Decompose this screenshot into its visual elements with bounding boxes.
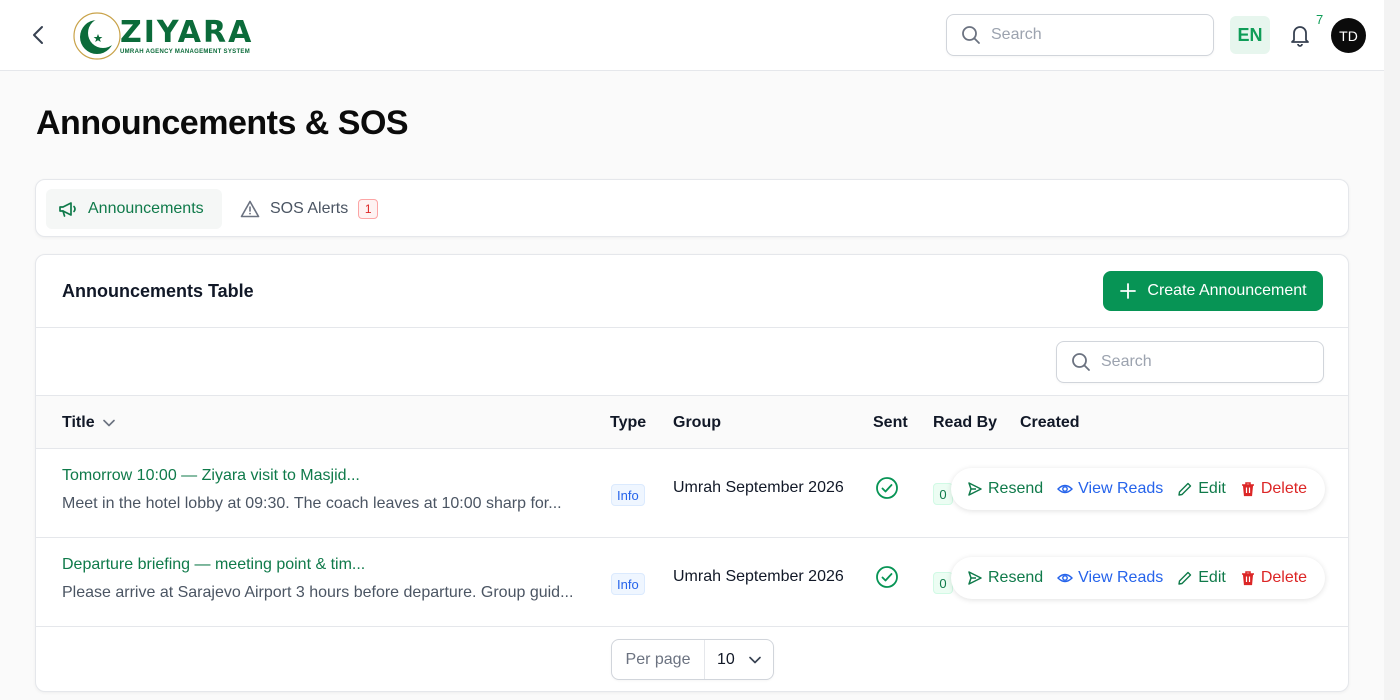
tab-announcements-label: Announcements [88,200,204,217]
eye-icon [1057,573,1074,583]
global-search[interactable] [946,14,1214,56]
notification-count: 7 [1316,12,1324,27]
type-badge: Info [611,484,645,506]
edit-button[interactable]: Edit [1177,480,1226,498]
table-search[interactable] [1056,341,1324,383]
column-title-label: Title [62,414,95,431]
search-icon [1072,353,1090,371]
view-reads-button[interactable]: View Reads [1057,480,1163,498]
eye-icon [1057,484,1074,494]
trash-icon [1241,482,1254,497]
column-header-created: Created [1020,414,1080,431]
sos-count-badge: 1 [358,199,379,219]
column-header-read-by: Read By [933,414,998,431]
table-title: Announcements Table [62,281,254,301]
type-badge: Info [611,573,645,595]
per-page-select[interactable]: 10 [705,640,773,679]
page-title: Announcements & SOS [36,104,409,142]
tab-sos-alerts[interactable]: SOS Alerts 1 [240,189,400,229]
announcements-table-card: Announcements Table Create Announcement … [35,254,1349,692]
announcement-title-link[interactable]: Departure briefing — meeting point & tim… [62,556,365,574]
crescent-star-logo-icon [73,12,121,60]
trash-icon [1241,571,1254,586]
page-scrollbar[interactable] [1384,0,1400,700]
top-bar: ZIYARA UMRAH AGENCY MANAGEMENT SYSTEM EN… [0,0,1384,71]
create-announcement-button[interactable]: Create Announcement [1103,271,1323,311]
check-circle-icon [876,566,898,588]
row-actions: Resend View Reads Edit Delete [951,468,1325,510]
tabs-bar: Announcements SOS Alerts 1 [35,179,1349,237]
per-page-value: 10 [717,650,735,668]
pencil-icon [1178,571,1192,585]
column-header-type: Type [610,414,647,431]
view-reads-button[interactable]: View Reads [1057,569,1163,587]
resend-button[interactable]: Resend [967,480,1043,498]
chevron-down-icon [102,419,115,427]
send-icon [968,482,982,496]
edit-button[interactable]: Edit [1177,569,1226,587]
delete-label: Delete [1260,569,1308,586]
row-actions: Resend View Reads Edit Delete [951,557,1325,599]
table-header: Title Type Group Sent Read By Created [36,395,1348,449]
read-by-count: 0 [933,572,953,594]
resend-button[interactable]: Resend [967,569,1043,587]
delete-label: Delete [1260,480,1308,497]
table-row: Departure briefing — meeting point & tim… [36,538,1348,627]
announcement-description: Meet in the hotel lobby at 09:30. The co… [62,495,562,512]
language-switcher[interactable]: EN [1230,16,1270,54]
app-logo[interactable]: ZIYARA UMRAH AGENCY MANAGEMENT SYSTEM [72,10,253,62]
delete-button[interactable]: Delete [1240,569,1307,587]
pencil-icon [1178,482,1192,496]
announcement-description: Please arrive at Sarajevo Airport 3 hour… [62,584,574,601]
tab-sos-alerts-label: SOS Alerts [270,200,349,217]
view-reads-label: View Reads [1078,569,1164,586]
delete-button[interactable]: Delete [1240,480,1307,498]
warning-triangle-icon [240,200,260,218]
check-circle-icon [876,477,898,499]
search-icon [962,26,980,44]
table-row: Tomorrow 10:00 — Ziyara visit to Masjid.… [36,449,1348,538]
plus-icon [1120,283,1137,299]
back-button[interactable] [28,24,48,46]
edit-label: Edit [1198,569,1226,586]
logo-tagline: UMRAH AGENCY MANAGEMENT SYSTEM [120,48,251,55]
chevron-down-icon [748,656,761,663]
card-header: Announcements Table Create Announcement [36,255,1348,328]
announcement-title-link[interactable]: Tomorrow 10:00 — Ziyara visit to Masjid.… [62,467,360,485]
resend-label: Resend [988,480,1044,497]
user-avatar[interactable]: TD [1331,18,1366,53]
column-header-title[interactable]: Title [62,414,115,432]
send-icon [968,571,982,585]
view-reads-label: View Reads [1078,480,1164,497]
group-name: Umrah September 2026 [673,479,844,496]
per-page-control: Per page 10 [611,639,774,680]
table-search-input[interactable] [1101,353,1301,371]
chevron-left-icon [33,26,43,44]
column-header-group: Group [673,414,721,431]
column-header-sent: Sent [873,414,908,431]
megaphone-icon [59,202,76,217]
group-name: Umrah September 2026 [673,568,844,585]
resend-label: Resend [988,569,1044,586]
create-announcement-label: Create Announcement [1147,282,1307,299]
tab-announcements[interactable]: Announcements [46,189,222,229]
per-page-label: Per page [612,640,705,679]
global-search-input[interactable] [991,26,1191,44]
edit-label: Edit [1198,480,1226,497]
bell-icon[interactable] [1288,22,1312,48]
logo-name: ZIYARA [120,14,254,50]
read-by-count: 0 [933,483,953,505]
